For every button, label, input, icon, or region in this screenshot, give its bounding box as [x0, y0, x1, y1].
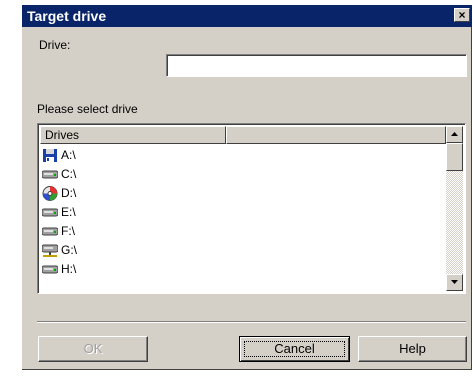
- separator: [37, 321, 466, 323]
- list-item-label: D:\: [61, 186, 77, 200]
- cancel-button-label: Cancel: [274, 341, 315, 356]
- drive-input[interactable]: [166, 54, 467, 77]
- list-item-label: G:\: [61, 243, 78, 257]
- list-item-label: H:\: [61, 262, 77, 276]
- list-item[interactable]: A:\: [40, 146, 446, 165]
- close-icon: ×: [458, 8, 466, 22]
- hard-drive-icon: [41, 167, 59, 182]
- target-drive-dialog: Target drive × Drive: Please select driv…: [22, 5, 472, 370]
- help-button[interactable]: Help: [358, 336, 467, 362]
- list-item[interactable]: E:\: [40, 203, 446, 222]
- arrow-down-icon: [451, 280, 458, 284]
- drives-column-header[interactable]: Drives: [40, 126, 226, 144]
- list-item-label: A:\: [61, 148, 76, 162]
- list-item-label: F:\: [61, 224, 75, 238]
- ok-button[interactable]: OK: [38, 336, 148, 362]
- hard-drive-icon: [41, 205, 59, 220]
- list-item[interactable]: G:\: [40, 241, 446, 260]
- vertical-scrollbar[interactable]: [446, 126, 463, 291]
- list-item[interactable]: D:\: [40, 184, 446, 203]
- drive-label: Drive:: [39, 38, 71, 52]
- floppy-drive-icon: [42, 148, 58, 163]
- list-item[interactable]: H:\: [40, 260, 446, 279]
- scroll-thumb[interactable]: [446, 143, 463, 171]
- list-item-label: E:\: [61, 205, 76, 219]
- hard-drive-icon: [41, 262, 59, 277]
- drives-list[interactable]: Drives A:\ C:\ D:\ E:\ F:\ G:\ H:\: [37, 123, 466, 294]
- list-header: Drives: [40, 126, 446, 144]
- list-item-label: C:\: [61, 167, 77, 181]
- hard-drive-icon: [41, 224, 59, 239]
- list-item[interactable]: C:\: [40, 165, 446, 184]
- cancel-button[interactable]: Cancel: [239, 336, 350, 362]
- select-drive-label: Please select drive: [37, 102, 138, 116]
- window-title: Target drive: [27, 8, 107, 24]
- close-button[interactable]: ×: [454, 8, 470, 22]
- cd-drive-icon: [42, 186, 58, 201]
- list-rows: A:\ C:\ D:\ E:\ F:\ G:\ H:\: [40, 146, 446, 291]
- network-drive-icon: [41, 243, 59, 258]
- second-column-header[interactable]: [226, 126, 446, 144]
- list-item[interactable]: F:\: [40, 222, 446, 241]
- scroll-up-button[interactable]: [446, 126, 463, 143]
- arrow-up-icon: [451, 132, 458, 136]
- title-bar[interactable]: Target drive ×: [22, 5, 472, 27]
- scroll-down-button[interactable]: [446, 274, 463, 291]
